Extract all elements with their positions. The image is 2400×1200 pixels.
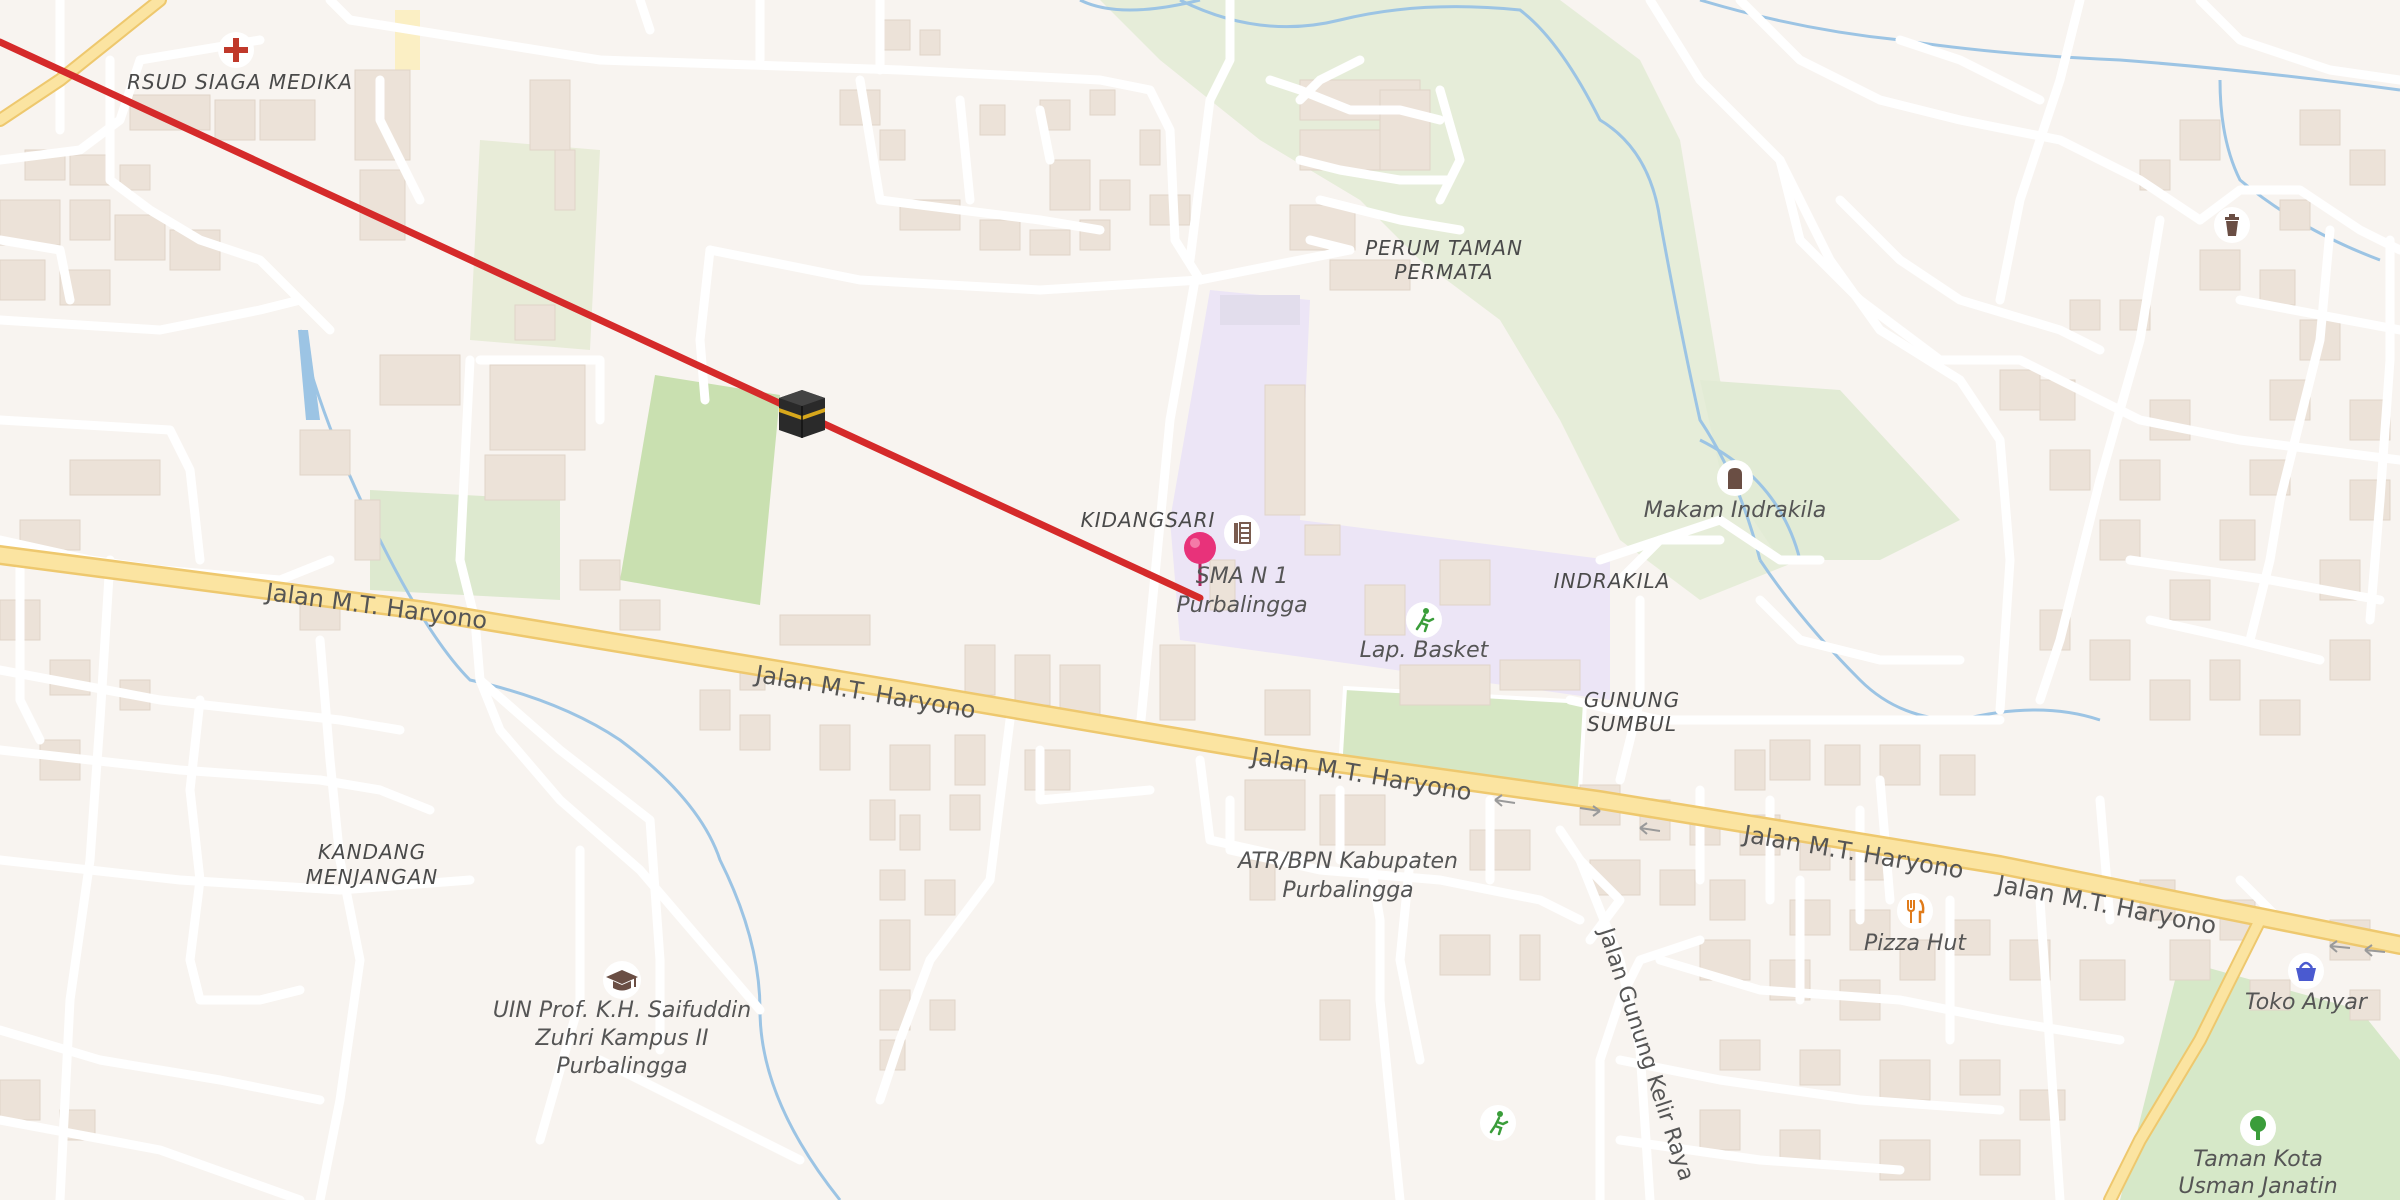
poi-label-sma[interactable]: SMA N 1 xyxy=(1196,563,1288,591)
place-label-indrakila[interactable]: INDRAKILA xyxy=(1554,569,1671,593)
poi-label-taman-kota[interactable]: Taman Kota xyxy=(2193,1146,2323,1174)
kaaba-icon[interactable] xyxy=(773,384,831,446)
place-label-kidangsari[interactable]: KIDANGSARI xyxy=(1081,508,1216,532)
poi-label-toko-anyar[interactable]: Toko Anyar xyxy=(2245,989,2367,1017)
poi-label-uin[interactable]: UIN Prof. K.H. Saifuddin xyxy=(493,997,751,1025)
place-label-perum-taman[interactable]: PERUM TAMAN xyxy=(1365,236,1523,260)
map-canvas[interactable]: RSUD SIAGA MEDIKA PERUM TAMAN PERMATA KI… xyxy=(0,0,2400,1200)
restaurant-icon[interactable] xyxy=(1896,892,1934,934)
park-tree-icon[interactable] xyxy=(2239,1109,2277,1151)
place-label-kandang[interactable]: KANDANG xyxy=(318,840,426,864)
poi-label-sma-city[interactable]: Purbalingga xyxy=(1176,592,1307,620)
qibla-route-line xyxy=(0,38,1204,602)
place-label-rsud[interactable]: RSUD SIAGA MEDIKA xyxy=(127,70,353,94)
poi-label-uin-campus[interactable]: Zuhri Kampus II xyxy=(535,1025,708,1053)
place-label-sumbul[interactable]: SUMBUL xyxy=(1587,712,1677,736)
hospital-cross-icon[interactable] xyxy=(217,31,255,73)
school-icon[interactable] xyxy=(1223,514,1261,556)
poi-label-makam[interactable]: Makam Indrakila xyxy=(1644,497,1826,525)
place-label-gunung[interactable]: GUNUNG xyxy=(1584,688,1680,712)
poi-label-lap-basket[interactable]: Lap. Basket xyxy=(1360,637,1489,665)
poi-label-usman-janatin[interactable]: Usman Janatin xyxy=(2178,1173,2338,1200)
place-label-permata[interactable]: PERMATA xyxy=(1394,260,1493,284)
place-label-menjangan[interactable]: MENJANGAN xyxy=(306,865,439,889)
poi-label-atr-city[interactable]: Purbalingga xyxy=(1282,877,1413,905)
cemetery-icon[interactable] xyxy=(1716,459,1754,501)
poi-label-pizza-hut[interactable]: Pizza Hut xyxy=(1864,930,1966,958)
shopping-basket-icon[interactable] xyxy=(2287,952,2325,994)
poi-label-uin-city[interactable]: Purbalingga xyxy=(556,1053,687,1081)
waste-basket-icon[interactable] xyxy=(2213,206,2251,248)
poi-label-atr[interactable]: ATR/BPN Kabupaten xyxy=(1238,848,1458,876)
sports-pitch-icon[interactable] xyxy=(1479,1104,1517,1146)
